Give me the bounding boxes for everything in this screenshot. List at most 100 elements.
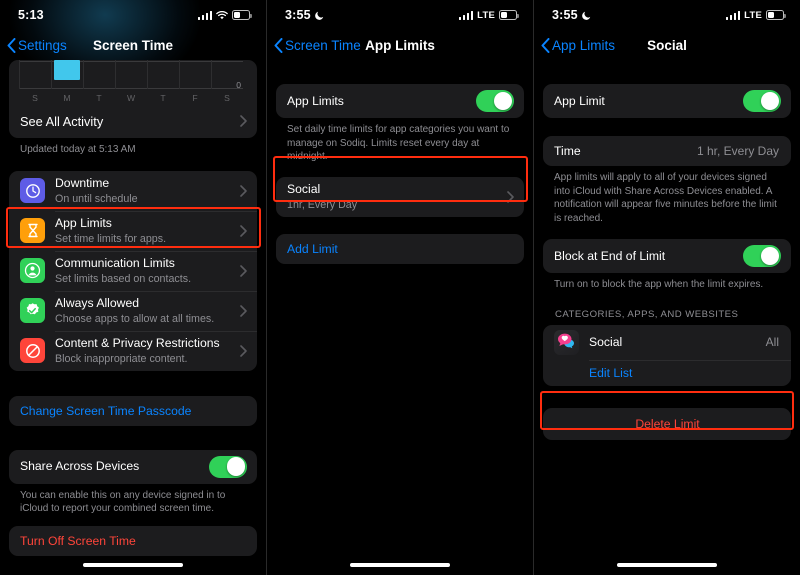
back-button-screen-time[interactable]: Screen Time — [267, 37, 361, 53]
status-bar: 5:13 — [0, 0, 266, 30]
delete-limit-label: Delete Limit — [635, 416, 700, 431]
panel-app-limits: 3:55 LTE Screen Time App Limits App Limi… — [267, 0, 534, 575]
chevron-left-icon — [541, 37, 550, 53]
row-title: Always Allowed — [55, 295, 139, 310]
turn-off-screen-time-row[interactable]: Turn Off Screen Time — [9, 526, 257, 556]
chevron-right-icon — [240, 184, 247, 197]
carrier-label: LTE — [744, 9, 762, 21]
panel-content: 0 S M T W T F S See All Activity Updated… — [0, 60, 266, 556]
panel-screen-time: 5:13 Settings Screen Time 0 S M T W T F … — [0, 0, 267, 575]
chevron-right-icon — [240, 115, 247, 127]
panel-content: App Limits Set daily time limits for app… — [267, 60, 533, 264]
app-limits-toggle-group: App Limits — [276, 84, 524, 118]
limit-title: Social — [287, 181, 321, 196]
change-passcode-row[interactable]: Change Screen Time Passcode — [9, 396, 257, 426]
row-subtitle: Set limits based on contacts. — [55, 272, 192, 285]
see-all-activity-label: See All Activity — [20, 113, 104, 129]
category-title: Social — [589, 334, 623, 349]
chart-day-labels: S M T W T F S — [19, 93, 243, 103]
turn-off-group: Turn Off Screen Time — [9, 525, 257, 556]
panel-social: 3:55 LTE App Limits Social App Limit Tim… — [534, 0, 800, 575]
moon-icon — [581, 11, 591, 20]
day-label: W — [126, 93, 136, 103]
app-limit-note: App limits will apply to all of your dev… — [554, 172, 777, 224]
checkmark-badge-icon — [20, 298, 45, 323]
block-at-end-toggle[interactable] — [743, 245, 781, 267]
back-button-settings[interactable]: Settings — [0, 37, 67, 53]
row-communication-limits[interactable]: Communication Limits Set limits based on… — [9, 250, 257, 291]
category-value: All — [765, 335, 779, 349]
day-label: F — [192, 93, 198, 103]
updated-note: Updated today at 5:13 AM — [20, 144, 136, 155]
add-limit-row[interactable]: Add Limit — [276, 234, 524, 264]
status-time: 3:55 — [285, 8, 324, 22]
nav-bar: Settings Screen Time — [0, 30, 266, 60]
back-button-app-limits[interactable]: App Limits — [534, 37, 616, 53]
see-all-activity-row[interactable]: See All Activity — [9, 104, 257, 138]
chart-bar-monday — [53, 60, 80, 80]
block-note: Turn on to block the app when the limit … — [554, 279, 764, 290]
row-downtime[interactable]: Downtime On until schedule — [9, 171, 257, 211]
block-at-end-row[interactable]: Block at End of Limit — [543, 239, 791, 273]
categories-group: Social All Edit List — [543, 324, 791, 386]
status-bar: 3:55 LTE — [267, 0, 533, 30]
edit-list-row[interactable]: Edit List — [543, 359, 791, 386]
share-across-devices-row[interactable]: Share Across Devices — [9, 450, 257, 484]
home-indicator — [617, 563, 717, 567]
chevron-right-icon — [240, 304, 247, 317]
delete-limit-row[interactable]: Delete Limit — [543, 408, 791, 440]
app-limits-toggle-row[interactable]: App Limits — [276, 84, 524, 118]
time-row[interactable]: Time 1 hr, Every Day — [543, 136, 791, 166]
wifi-icon — [216, 10, 228, 20]
app-limit-toggle[interactable] — [743, 90, 781, 112]
row-title: Content & Privacy Restrictions — [55, 335, 220, 350]
limits-list-group: Social 1hr, Every Day — [276, 176, 524, 217]
app-limit-label: App Limit — [554, 93, 605, 108]
row-content-privacy[interactable]: Content & Privacy Restrictions Block ina… — [9, 330, 257, 371]
app-limits-toggle[interactable] — [476, 90, 514, 112]
signal-bars-icon — [459, 10, 474, 20]
app-limit-toggle-row[interactable]: App Limit — [543, 84, 791, 118]
back-label: Screen Time — [285, 37, 361, 53]
battery-icon — [232, 10, 252, 20]
block-label: Block at End of Limit — [554, 248, 666, 263]
day-label: S — [224, 93, 230, 103]
settings-group: Downtime On until schedule App Limits Se… — [9, 170, 257, 371]
row-title: App Limits — [55, 215, 112, 230]
downtime-icon — [20, 178, 45, 203]
status-indicators: LTE — [726, 9, 786, 21]
signal-bars-icon — [197, 10, 212, 20]
category-row-social[interactable]: Social All — [543, 325, 791, 360]
back-label: App Limits — [552, 37, 616, 53]
row-title: Communication Limits — [55, 255, 175, 270]
battery-icon — [499, 10, 519, 20]
app-limits-note: Set daily time limits for app categories… — [287, 124, 510, 162]
row-title: Downtime — [55, 175, 110, 190]
app-limits-label: App Limits — [287, 93, 344, 108]
time-group: Time 1 hr, Every Day — [543, 136, 791, 166]
share-note: You can enable this on any device signed… — [20, 489, 226, 515]
see-all-group: See All Activity — [9, 104, 257, 138]
social-bubble-icon — [554, 329, 579, 355]
signal-bars-icon — [726, 10, 741, 20]
share-group: Share Across Devices — [9, 449, 257, 484]
back-label: Settings — [18, 37, 67, 53]
row-subtitle: On until schedule — [55, 192, 138, 205]
time-label: Time — [554, 143, 581, 158]
status-time-label: 3:55 — [285, 8, 311, 22]
share-across-devices-toggle[interactable] — [209, 455, 247, 478]
nav-bar: Screen Time App Limits — [267, 30, 533, 60]
hourglass-icon — [20, 218, 45, 243]
status-indicators: LTE — [459, 10, 519, 21]
day-label: M — [63, 93, 71, 103]
home-indicator — [350, 563, 450, 567]
limit-row-social[interactable]: Social 1hr, Every Day — [276, 177, 524, 217]
row-subtitle: Block inappropriate content. — [55, 352, 188, 365]
status-time-label: 3:55 — [552, 8, 578, 22]
passcode-group: Change Screen Time Passcode — [9, 395, 257, 426]
row-app-limits[interactable]: App Limits Set time limits for apps. — [9, 210, 257, 251]
row-always-allowed[interactable]: Always Allowed Choose apps to allow at a… — [9, 290, 257, 331]
delete-group: Delete Limit — [543, 407, 791, 440]
status-time: 5:13 — [18, 8, 44, 22]
usage-chart[interactable]: 0 S M T W T F S — [9, 60, 257, 104]
